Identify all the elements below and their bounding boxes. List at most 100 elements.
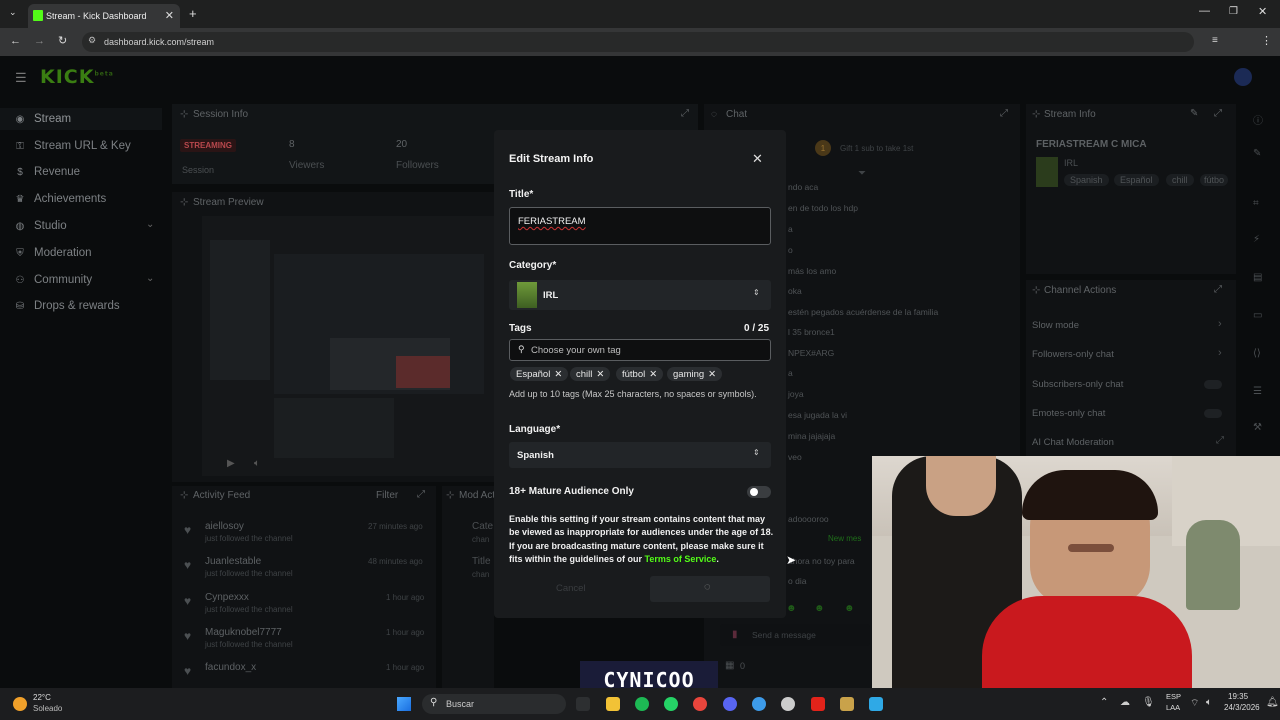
clock-time[interactable]: 19:35 xyxy=(1228,692,1248,701)
code-icon[interactable]: ⟨⟩ xyxy=(1253,348,1261,359)
chevron-down-icon[interactable]: ⌄ xyxy=(146,273,154,284)
obs-icon[interactable] xyxy=(781,697,795,711)
chat-input[interactable]: ▮ Send a message xyxy=(720,624,870,646)
hamburger-menu-icon[interactable]: ☰ xyxy=(15,70,27,86)
emotes-only-toggle[interactable] xyxy=(1204,409,1222,418)
discord-icon[interactable] xyxy=(723,697,737,711)
title-input[interactable]: FERIASTREAM xyxy=(509,207,771,245)
tag-chip[interactable]: gaming ✕ xyxy=(667,367,723,381)
browser-menu-icon[interactable]: ⋮ xyxy=(1261,34,1272,47)
play-icon[interactable]: ▶ xyxy=(227,458,235,469)
new-messages-indicator[interactable]: New mes xyxy=(828,534,861,543)
sidebar-item-stream[interactable]: ◉ Stream xyxy=(14,109,71,129)
kick-logo[interactable]: KICKbeta xyxy=(40,66,114,88)
notepad-icon[interactable] xyxy=(869,697,883,711)
lang-layout[interactable]: LAA xyxy=(1166,703,1180,712)
activity-name: Juanlestable xyxy=(205,556,262,567)
tags-input[interactable]: ⚲ Choose your own tag xyxy=(509,339,771,361)
window-close-icon[interactable]: ✕ xyxy=(1258,5,1267,18)
emote-icon[interactable]: ☻ xyxy=(786,603,797,614)
filter-icon[interactable]: ⏷ xyxy=(858,168,866,179)
site-info-icon[interactable]: ⚙ xyxy=(88,35,96,46)
popout-icon[interactable]: ⤢ xyxy=(681,108,689,119)
file-explorer-icon[interactable] xyxy=(606,697,620,711)
browser-active-icon[interactable] xyxy=(752,697,766,711)
tray-chevron-icon[interactable]: ⌃ xyxy=(1100,697,1108,708)
user-avatar[interactable] xyxy=(1234,68,1252,86)
external-link-icon[interactable]: ⤢ xyxy=(1216,435,1224,446)
windows-start-icon[interactable] xyxy=(397,697,411,711)
sidebar-item-moderation[interactable]: ⛨ Moderation xyxy=(14,243,91,263)
tab-list-icon[interactable]: ⌄ xyxy=(9,7,17,18)
subscribers-only-toggle[interactable] xyxy=(1204,380,1222,389)
whatsapp-icon[interactable] xyxy=(664,697,678,711)
remove-tag-icon[interactable]: ✕ xyxy=(649,369,657,380)
info-icon[interactable]: ⓘ xyxy=(1253,112,1263,127)
maximize-icon[interactable]: ❐ xyxy=(1229,6,1238,17)
file-icon[interactable]: ▤ xyxy=(1253,272,1262,283)
chat-message: ahora no toy para xyxy=(788,556,855,566)
edit-pencil-icon[interactable]: ✎ xyxy=(1190,108,1198,119)
close-icon[interactable]: ✕ xyxy=(752,151,763,167)
tag-chip[interactable]: Español ✕ xyxy=(510,367,569,381)
forward-icon[interactable]: → xyxy=(34,35,45,47)
back-icon[interactable]: ← xyxy=(10,35,21,47)
wifi-icon[interactable]: ⌔ xyxy=(1190,697,1199,710)
wrench-icon[interactable]: ⚒ xyxy=(1253,422,1262,433)
cloud-icon[interactable]: ☁ xyxy=(1120,697,1130,708)
chat-icon[interactable]: ▭ xyxy=(1253,310,1262,321)
new-tab-icon[interactable]: + xyxy=(189,6,197,21)
sidebar-item-stream-url-key[interactable]: ⚿ Stream URL & Key xyxy=(14,136,131,156)
address-bar[interactable]: ⚙ dashboard.kick.com/stream xyxy=(82,32,1194,52)
emote-icon[interactable]: ☻ xyxy=(844,603,855,614)
speaker-icon[interactable]: 🔈︎ xyxy=(1206,697,1212,708)
popout-icon[interactable]: ⤢ xyxy=(1000,108,1008,119)
app-red-icon[interactable] xyxy=(811,697,825,711)
task-view-icon[interactable] xyxy=(576,697,590,711)
tag-chip[interactable]: fútbol ✕ xyxy=(616,367,664,381)
list-icon[interactable]: ☰ xyxy=(1253,386,1262,397)
remove-tag-icon[interactable]: ✕ xyxy=(708,369,716,380)
app-gold-icon[interactable] xyxy=(840,697,854,711)
category-select[interactable]: IRL ⇕ xyxy=(509,280,771,310)
minimize-icon[interactable]: — xyxy=(1199,5,1210,17)
chrome-icon[interactable] xyxy=(693,697,707,711)
remove-tag-icon[interactable]: ✕ xyxy=(596,369,604,380)
taskbar-search[interactable]: ⚲ Buscar xyxy=(422,694,566,714)
language-select[interactable]: Spanish ⇕ xyxy=(509,442,771,468)
weather-sun-icon[interactable] xyxy=(13,697,27,711)
save-button[interactable]: ◌ xyxy=(650,576,770,602)
emote-icon[interactable]: ☻ xyxy=(814,603,825,614)
sidebar-item-studio[interactable]: ◍ Studio xyxy=(14,216,67,236)
sidebar-item-drops-rewards[interactable]: ⛁ Drops & rewards xyxy=(14,296,120,316)
lang-code[interactable]: ESP xyxy=(1166,692,1181,701)
mature-toggle[interactable] xyxy=(747,486,771,498)
sidebar-item-revenue[interactable]: $ Revenue xyxy=(14,162,80,182)
popout-icon[interactable]: ⤢ xyxy=(1214,284,1222,295)
close-tab-icon[interactable]: ✕ xyxy=(165,9,174,22)
bolt-icon[interactable]: ⚡︎ xyxy=(1253,234,1260,245)
tag-chip[interactable]: chill ✕ xyxy=(570,367,611,381)
chevron-right-icon[interactable]: › xyxy=(1218,318,1222,330)
cancel-button[interactable]: Cancel xyxy=(556,583,586,594)
volume-icon[interactable]: 🔈︎ xyxy=(254,458,260,469)
stream-preview-video[interactable] xyxy=(202,216,494,476)
notification-bell-icon[interactable]: 🔔︎ xyxy=(1266,697,1279,708)
spotify-icon[interactable] xyxy=(635,697,649,711)
clock-date[interactable]: 24/3/2026 xyxy=(1224,703,1260,712)
chevron-down-icon[interactable]: ⌄ xyxy=(146,219,154,230)
popout-icon[interactable]: ⤢ xyxy=(1214,108,1222,119)
popout-icon[interactable]: ⤢ xyxy=(417,489,425,500)
remove-tag-icon[interactable]: ✕ xyxy=(554,369,562,380)
sidebar-item-achievements[interactable]: ♛ Achievements xyxy=(14,189,107,209)
extensions-icon[interactable]: ≡ xyxy=(1212,35,1218,46)
scan-icon[interactable]: ⌗ xyxy=(1253,198,1259,209)
pencil-icon[interactable]: ✎ xyxy=(1253,148,1261,159)
reload-icon[interactable]: ↻ xyxy=(58,34,67,47)
sidebar-item-community[interactable]: ⚇ Community xyxy=(14,270,93,290)
filter-button[interactable]: Filter xyxy=(376,490,398,501)
browser-tab[interactable]: Stream - Kick Dashboard ✕ xyxy=(28,4,180,28)
mic-icon[interactable]: 🎙︎ xyxy=(1142,697,1155,708)
terms-of-service-link[interactable]: Terms of Service xyxy=(645,554,717,564)
chevron-right-icon[interactable]: › xyxy=(1218,347,1222,359)
